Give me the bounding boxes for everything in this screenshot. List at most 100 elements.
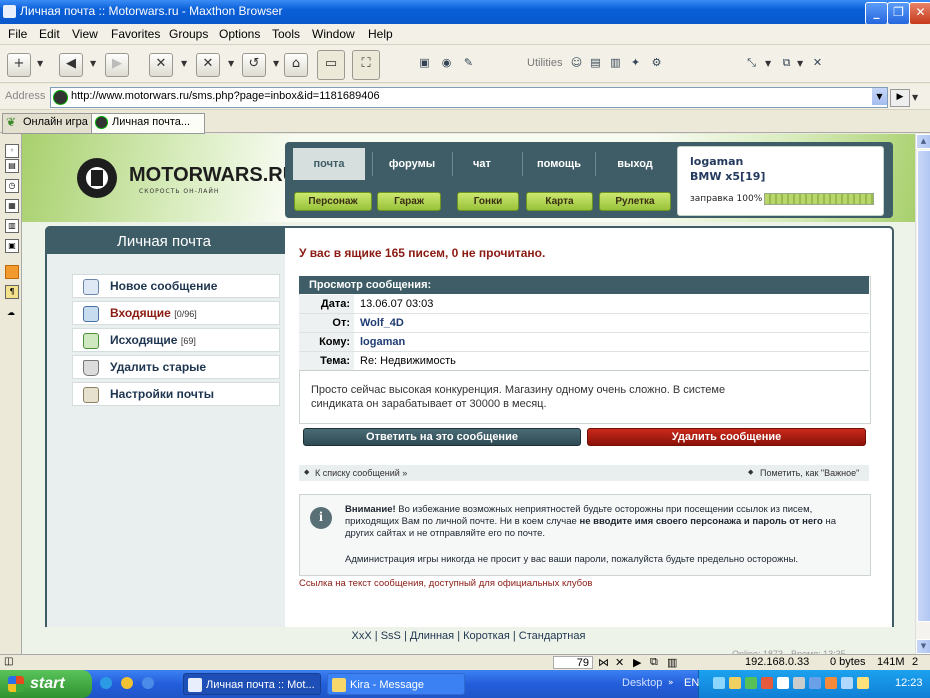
- util-window-icon[interactable]: ▤: [589, 56, 602, 69]
- mail-menu-outbox[interactable]: Исходящие [69]: [72, 328, 280, 352]
- util-person-icon[interactable]: ☺: [570, 56, 583, 69]
- quicklaunch-ie-icon[interactable]: [142, 677, 154, 689]
- utilities-label[interactable]: Utilities: [527, 57, 562, 69]
- tray-antivirus-icon[interactable]: [761, 677, 773, 689]
- vertical-scrollbar[interactable]: ▲ ▼: [915, 134, 930, 654]
- scroll-up-icon[interactable]: ▲: [916, 134, 930, 149]
- nav-help[interactable]: помощь: [523, 148, 595, 180]
- nav-chat[interactable]: чат: [446, 148, 518, 180]
- tray-extra-icon[interactable]: [857, 677, 869, 689]
- menu-help[interactable]: Help: [368, 27, 393, 41]
- message-sender-link[interactable]: Wolf_4D: [360, 314, 404, 332]
- status-tools-icon[interactable]: ⋈: [598, 656, 609, 669]
- back-to-list-link[interactable]: К списку сообщений »: [315, 465, 407, 481]
- language-indicator[interactable]: EN: [684, 677, 699, 689]
- sidebar-search-icon[interactable]: ◦: [5, 144, 19, 158]
- go-button[interactable]: ▶: [890, 89, 910, 107]
- sidebar-links-icon[interactable]: ▣: [5, 239, 19, 253]
- menu-tools[interactable]: Tools: [272, 27, 300, 41]
- footer-link-xxx[interactable]: XxX: [352, 630, 372, 642]
- start-button[interactable]: start: [0, 670, 92, 698]
- back-button[interactable]: ◀: [59, 53, 83, 77]
- nav-mail[interactable]: почта: [293, 148, 365, 180]
- status-close-icon[interactable]: ✕: [615, 656, 624, 669]
- tile-dropdown-icon[interactable]: ▼: [797, 59, 803, 68]
- minimize-button[interactable]: _: [865, 2, 888, 25]
- sidebar-cloud-icon[interactable]: ☁: [5, 307, 17, 319]
- close-tab-x-button[interactable]: ✕: [149, 53, 173, 77]
- menu-favorites[interactable]: Favorites: [111, 27, 160, 41]
- zoom-field[interactable]: 79: [553, 656, 593, 669]
- address-url[interactable]: http://www.motorwars.ru/sms.php?page=inb…: [71, 90, 380, 102]
- tray-connection-icon[interactable]: [841, 677, 853, 689]
- mail-menu-inbox[interactable]: Входящие [0/96]: [72, 301, 280, 325]
- collapse-dropdown-icon[interactable]: ▼: [765, 59, 771, 68]
- footer-link-sss[interactable]: SsS: [381, 630, 401, 642]
- desktop-toolbar-label[interactable]: Desktop: [622, 677, 662, 689]
- sidebar-history-icon[interactable]: ◷: [5, 179, 19, 193]
- tile-icon[interactable]: ⧉: [780, 56, 793, 69]
- stop-dropdown-icon[interactable]: ▼: [228, 59, 234, 68]
- nav-forums[interactable]: форумы: [376, 148, 448, 180]
- sidebar-feed-icon[interactable]: ▦: [5, 199, 19, 213]
- new-tab-button[interactable]: +: [7, 53, 31, 77]
- quicklaunch-sun-icon[interactable]: [121, 677, 133, 689]
- quicklaunch-browser-icon[interactable]: [100, 677, 112, 689]
- menu-edit[interactable]: Edit: [39, 27, 60, 41]
- tray-security-icon[interactable]: [745, 677, 757, 689]
- reply-button[interactable]: Ответить на это сообщение: [303, 428, 581, 446]
- nav-races[interactable]: Гонки: [457, 192, 519, 211]
- pin-icon[interactable]: ✎: [462, 56, 475, 69]
- sidebar-rss-icon[interactable]: [5, 265, 19, 279]
- mail-menu-settings[interactable]: Настройки почты: [72, 382, 280, 406]
- go-dropdown-icon[interactable]: ▼: [912, 93, 918, 102]
- close-panel-icon[interactable]: ✕: [811, 56, 824, 69]
- close-dropdown-icon[interactable]: ▼: [181, 59, 187, 68]
- taskbar-item-kira[interactable]: Kira - Message: [327, 673, 465, 695]
- nav-character[interactable]: Персонаж: [294, 192, 372, 211]
- user-name[interactable]: logaman: [690, 155, 743, 168]
- sidebar-favorites-icon[interactable]: ▤: [5, 159, 19, 173]
- address-dropdown-icon[interactable]: ▼: [872, 88, 887, 105]
- util-gear-icon[interactable]: ⚙: [650, 56, 663, 69]
- menu-options[interactable]: Options: [219, 27, 260, 41]
- sidebar-notes-icon[interactable]: ▥: [5, 219, 19, 233]
- menu-view[interactable]: View: [72, 27, 98, 41]
- home-button[interactable]: ⌂: [284, 53, 308, 77]
- sidebar-clip-icon[interactable]: ¶: [5, 285, 19, 299]
- util-document-icon[interactable]: ▥: [609, 56, 622, 69]
- menu-groups[interactable]: Groups: [169, 27, 208, 41]
- tray-network-icon[interactable]: [713, 677, 725, 689]
- mail-menu-delete-old[interactable]: Удалить старые: [72, 355, 280, 379]
- reader-view-button[interactable]: ▭: [317, 50, 345, 80]
- site-logo[interactable]: MOTORWARS.RU СКОРОСТЬ ОН-ЛАЙН: [77, 158, 297, 198]
- collapse-icon[interactable]: ⤡: [745, 56, 758, 69]
- tray-update-icon[interactable]: [793, 677, 805, 689]
- tray-app-icon[interactable]: [825, 677, 837, 689]
- forward-button[interactable]: ▶: [105, 53, 129, 77]
- scroll-thumb[interactable]: [917, 150, 930, 622]
- back-dropdown-icon[interactable]: ▼: [90, 59, 96, 68]
- taskbar-item-browser[interactable]: Личная почта :: Mot...: [183, 673, 321, 695]
- nav-roulette[interactable]: Рулетка: [599, 192, 671, 211]
- page-icon[interactable]: ▣: [418, 56, 431, 69]
- club-link[interactable]: Ссылка на текст сообщения, доступный для…: [299, 578, 592, 589]
- mail-menu-new-message[interactable]: Новое сообщение: [72, 274, 280, 298]
- message-recipient-link[interactable]: logaman: [360, 333, 405, 351]
- footer-link-short[interactable]: Короткая: [463, 630, 510, 642]
- desktop-expand-icon[interactable]: »: [668, 678, 674, 688]
- clock[interactable]: 12:23: [895, 677, 923, 689]
- restore-button[interactable]: ❐: [887, 2, 910, 25]
- menu-file[interactable]: File: [8, 27, 27, 41]
- stop-button[interactable]: ✕: [196, 53, 220, 77]
- status-play-icon[interactable]: ▶: [633, 656, 641, 669]
- new-tab-dropdown-icon[interactable]: ▼: [37, 59, 43, 68]
- util-brush-icon[interactable]: ✦: [629, 56, 642, 69]
- mark-important-link[interactable]: Пометить, как "Важное": [760, 465, 859, 481]
- status-trash-icon[interactable]: ▥: [667, 656, 677, 669]
- close-button[interactable]: ✕: [909, 2, 930, 25]
- nav-logout[interactable]: выход: [599, 148, 671, 180]
- nav-map[interactable]: Карта: [526, 192, 593, 211]
- tray-messenger-icon[interactable]: [729, 677, 741, 689]
- tray-monitor-icon[interactable]: [809, 677, 821, 689]
